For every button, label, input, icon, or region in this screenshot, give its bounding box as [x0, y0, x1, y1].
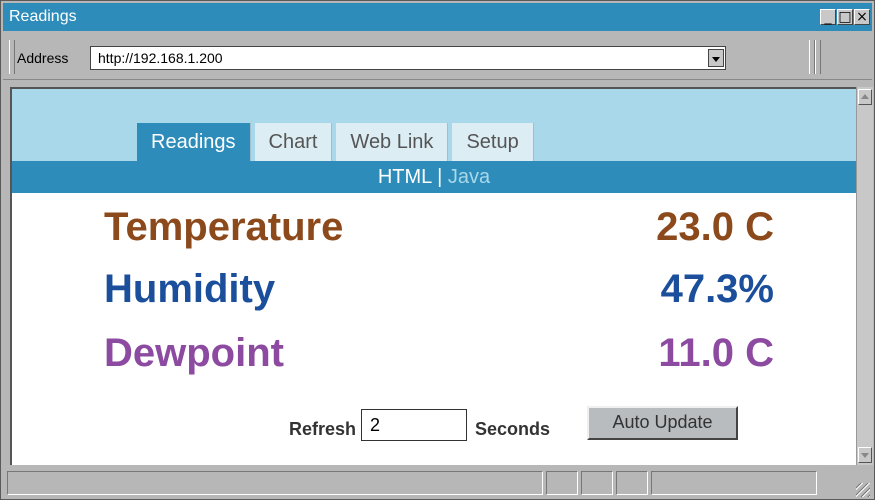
temperature-row: Temperature 23.0 C [12, 205, 856, 257]
address-dropdown-icon[interactable] [708, 49, 724, 67]
page-content: Readings Chart Web Link Setup HTML | Jav… [10, 87, 856, 465]
window-controls: _ □ × [820, 9, 870, 25]
auto-update-button[interactable]: Auto Update [587, 406, 738, 440]
tab-bar: Readings Chart Web Link Setup [137, 123, 534, 161]
window-title: Readings [9, 8, 77, 25]
scroll-down-icon[interactable] [858, 447, 872, 463]
minimize-icon[interactable]: _ [820, 9, 836, 25]
address-label: Address [17, 50, 69, 66]
dewpoint-label: Dewpoint [104, 331, 284, 375]
subnav-separator: | [437, 166, 443, 188]
maximize-icon[interactable]: □ [837, 9, 853, 25]
toolbar-grip-right-2 [815, 40, 821, 74]
tab-readings[interactable]: Readings [137, 123, 251, 161]
sub-navigation: HTML | Java [12, 161, 856, 193]
tab-setup[interactable]: Setup [452, 123, 534, 161]
address-url: http://192.168.1.200 [98, 50, 223, 66]
refresh-label: Refresh [289, 419, 357, 439]
tab-web-link[interactable]: Web Link [336, 123, 449, 161]
tab-chart[interactable]: Chart [254, 123, 333, 161]
title-bar: Readings _ □ × [3, 3, 872, 31]
seconds-label: Seconds [475, 419, 551, 439]
humidity-label: Humidity [104, 267, 276, 311]
browser-window: Readings _ □ × Address http://192.168.1.… [0, 0, 875, 500]
close-icon[interactable]: × [854, 9, 870, 25]
status-text-pane [7, 471, 543, 495]
humidity-row: Humidity 47.3% [12, 267, 856, 319]
humidity-value: 47.3% [660, 267, 774, 311]
toolbar-grip-left[interactable] [9, 40, 15, 74]
status-pane-2 [581, 471, 613, 495]
status-zone-pane [651, 471, 817, 495]
status-pane-3 [616, 471, 648, 495]
vertical-scrollbar[interactable] [856, 87, 873, 465]
status-pane-1 [546, 471, 578, 495]
status-bar [3, 467, 872, 499]
temperature-label: Temperature [104, 205, 344, 249]
dewpoint-value: 11.0 C [658, 331, 774, 375]
address-input[interactable]: http://192.168.1.200 [90, 46, 726, 70]
refresh-interval-input[interactable] [361, 409, 467, 441]
address-toolbar: Address http://192.168.1.200 [3, 32, 872, 80]
temperature-value: 23.0 C [656, 205, 774, 249]
scroll-up-icon[interactable] [858, 89, 872, 105]
html-link[interactable]: HTML [378, 166, 432, 188]
resize-grip-icon[interactable] [856, 483, 870, 497]
java-link[interactable]: Java [448, 166, 490, 188]
dewpoint-row: Dewpoint 11.0 C [12, 331, 856, 383]
